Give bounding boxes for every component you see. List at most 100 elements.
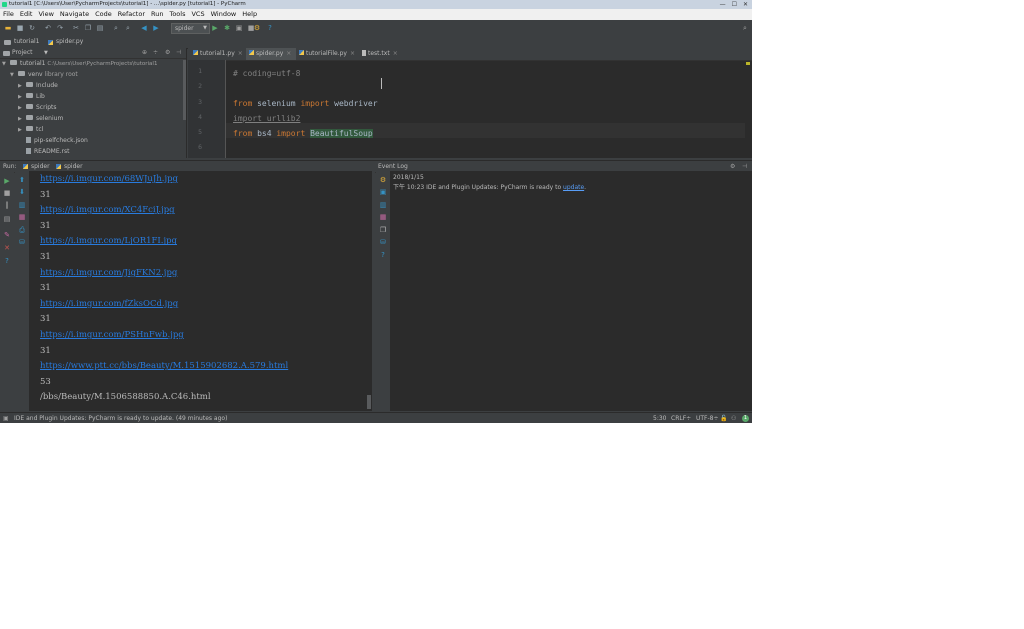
tab-spider-py[interactable]: spider.py × <box>246 48 296 60</box>
mark-all-read-icon[interactable]: ▣ <box>379 188 387 196</box>
update-link[interactable]: update <box>563 184 584 191</box>
scroll-up-icon[interactable]: ⬆ <box>18 176 26 184</box>
tree-item-venv[interactable]: ▼ venv library root <box>10 70 78 81</box>
breadcrumb-file[interactable]: spider.py <box>56 36 83 48</box>
menu-file[interactable]: File <box>0 9 17 20</box>
close-window-button[interactable]: ✕ <box>743 0 748 9</box>
event-log-badge-icon[interactable]: 1 <box>742 415 749 422</box>
forward-icon[interactable]: ▶ <box>152 24 160 32</box>
hide-panel-icon[interactable]: ⊣ <box>176 48 181 58</box>
console-scrollbar[interactable] <box>367 395 371 409</box>
close-tab-icon[interactable]: × <box>286 50 291 57</box>
back-icon[interactable]: ◀ <box>140 24 148 32</box>
console-link[interactable]: https://i.imgur.com/JigFKN2.jpg <box>40 268 177 278</box>
maximize-button[interactable]: ☐ <box>732 0 737 9</box>
cut-icon[interactable]: ✂ <box>72 24 80 32</box>
inspector-icon[interactable]: ⚇ <box>731 413 736 423</box>
tree-item-include[interactable]: ▶ Include <box>18 81 58 92</box>
console-link[interactable]: https://i.imgur.com/68WJuJh.jpg <box>40 174 178 184</box>
menu-navigate[interactable]: Navigate <box>57 9 92 20</box>
console-link[interactable]: https://i.imgur.com/LjOR1FI.jpg <box>40 236 177 246</box>
run-configuration-select[interactable]: spider ▼ <box>171 23 210 34</box>
settings-wrench-icon[interactable]: ⚙ <box>379 176 387 184</box>
rerun-icon[interactable]: ▶ <box>3 177 11 185</box>
scroll-to-end-icon[interactable]: ▦ <box>18 213 26 221</box>
project-scrollbar[interactable] <box>183 60 186 120</box>
clear-all-icon[interactable]: ⛁ <box>18 238 26 246</box>
code-line[interactable]: import urllib2 <box>233 114 300 123</box>
tree-item-tcl[interactable]: ▶ tcl <box>18 125 43 136</box>
help-icon[interactable]: ? <box>379 251 387 259</box>
menu-help[interactable]: Help <box>239 9 260 20</box>
pause-icon[interactable]: ‖ <box>3 201 11 209</box>
tab-tutorial1-py[interactable]: tutorial1.py × <box>190 48 246 60</box>
soft-wrap-icon[interactable]: ▥ <box>379 201 387 209</box>
help-icon[interactable]: ? <box>3 257 11 265</box>
coverage-icon[interactable]: ▣ <box>235 24 243 32</box>
redo-icon[interactable]: ↷ <box>56 24 64 32</box>
code-line[interactable]: from selenium import webdriver <box>233 99 378 108</box>
sync-icon[interactable]: ↻ <box>28 24 36 32</box>
menu-tools[interactable]: Tools <box>166 9 188 20</box>
tree-item-scripts[interactable]: ▶ Scripts <box>18 103 57 114</box>
menu-window[interactable]: Window <box>208 9 240 20</box>
help-icon[interactable]: ? <box>266 24 274 32</box>
tab-test-txt[interactable]: test.txt × <box>359 48 400 60</box>
status-message[interactable]: IDE and Plugin Updates: PyCharm is ready… <box>14 413 227 423</box>
console-link[interactable]: https://www.ptt.cc/bbs/Beauty/M.15159026… <box>40 361 288 371</box>
copy-icon[interactable]: ❐ <box>379 226 387 234</box>
panel-splitter[interactable] <box>372 171 375 411</box>
lock-icon[interactable]: 🔓 <box>720 413 727 423</box>
open-folder-icon[interactable]: ▬ <box>4 24 12 32</box>
console-link[interactable]: https://i.imgur.com/fZksOCd.jpg <box>40 299 178 309</box>
stop-icon[interactable]: ■ <box>3 189 11 197</box>
close-tab-icon[interactable]: × <box>350 50 355 57</box>
scroll-to-end-icon[interactable]: ▦ <box>379 213 387 221</box>
close-icon[interactable]: ✕ <box>3 244 11 252</box>
settings-wrench-icon[interactable]: ⚙ <box>253 24 261 32</box>
collapse-icon[interactable]: ÷ <box>153 48 158 58</box>
clear-all-icon[interactable]: ⛁ <box>379 238 387 246</box>
find-icon[interactable]: ⌕ <box>112 24 120 32</box>
tree-item-selenium[interactable]: ▶ selenium <box>18 114 63 125</box>
debug-icon[interactable]: ✱ <box>223 24 231 32</box>
menu-code[interactable]: Code <box>92 9 115 20</box>
tree-item-tutorial1[interactable]: ▼ tutorial1 C:\Users\User\PycharmProjects… <box>2 59 157 70</box>
menu-refactor[interactable]: Refactor <box>115 9 148 20</box>
file-encoding[interactable]: UTF-8÷ <box>696 413 719 423</box>
dump-threads-icon[interactable]: ▤ <box>3 215 11 223</box>
code-line[interactable]: # coding=utf-8 <box>233 69 300 78</box>
paste-icon[interactable]: ▤ <box>96 24 104 32</box>
menu-view[interactable]: View <box>35 9 56 20</box>
tree-item-pip-selfcheck[interactable]: pip-selfcheck.json <box>26 136 88 147</box>
breadcrumb-project[interactable]: tutorial1 <box>14 36 39 48</box>
inspection-marker[interactable] <box>746 62 750 65</box>
tab-tutorialfile-py[interactable]: tutorialFile.py × <box>296 48 359 60</box>
pin-icon[interactable]: ✎ <box>3 231 11 239</box>
run-icon[interactable]: ▶ <box>211 24 219 32</box>
search-everywhere-icon[interactable]: ⌕ <box>741 24 749 32</box>
console-link[interactable]: https://i.imgur.com/PSHnFwb.jpg <box>40 330 184 340</box>
menu-run[interactable]: Run <box>148 9 166 20</box>
scroll-down-icon[interactable]: ⬇ <box>18 188 26 196</box>
gear-icon[interactable]: ⚙ <box>165 48 170 58</box>
undo-icon[interactable]: ↶ <box>44 24 52 32</box>
chevron-down-icon[interactable]: ▼ <box>44 48 48 58</box>
close-tab-icon[interactable]: × <box>238 50 243 57</box>
soft-wrap-icon[interactable]: ▥ <box>18 201 26 209</box>
copy-icon[interactable]: ❐ <box>84 24 92 32</box>
sync-target-icon[interactable]: ⊕ <box>142 48 147 58</box>
menu-edit[interactable]: Edit <box>17 9 36 20</box>
line-separator[interactable]: CRLF÷ <box>671 413 691 423</box>
minimize-button[interactable]: — <box>720 0 726 9</box>
replace-icon[interactable]: ⌕ <box>124 24 132 32</box>
close-tab-icon[interactable]: × <box>393 50 398 57</box>
tree-item-lib[interactable]: ▶ Lib <box>18 92 45 103</box>
project-view-label[interactable]: Project <box>12 48 33 58</box>
caret-position[interactable]: 5:30 <box>653 413 666 423</box>
run-console[interactable]: https://i.imgur.com/68WJuJh.jpg 31 https:/… <box>30 171 372 411</box>
save-icon[interactable]: ■ <box>16 24 24 32</box>
code-line[interactable]: from bs4 import BeautifulSoup <box>233 129 373 138</box>
tree-item-readme[interactable]: README.rst <box>26 147 70 158</box>
print-icon[interactable]: ⎙ <box>18 226 26 234</box>
